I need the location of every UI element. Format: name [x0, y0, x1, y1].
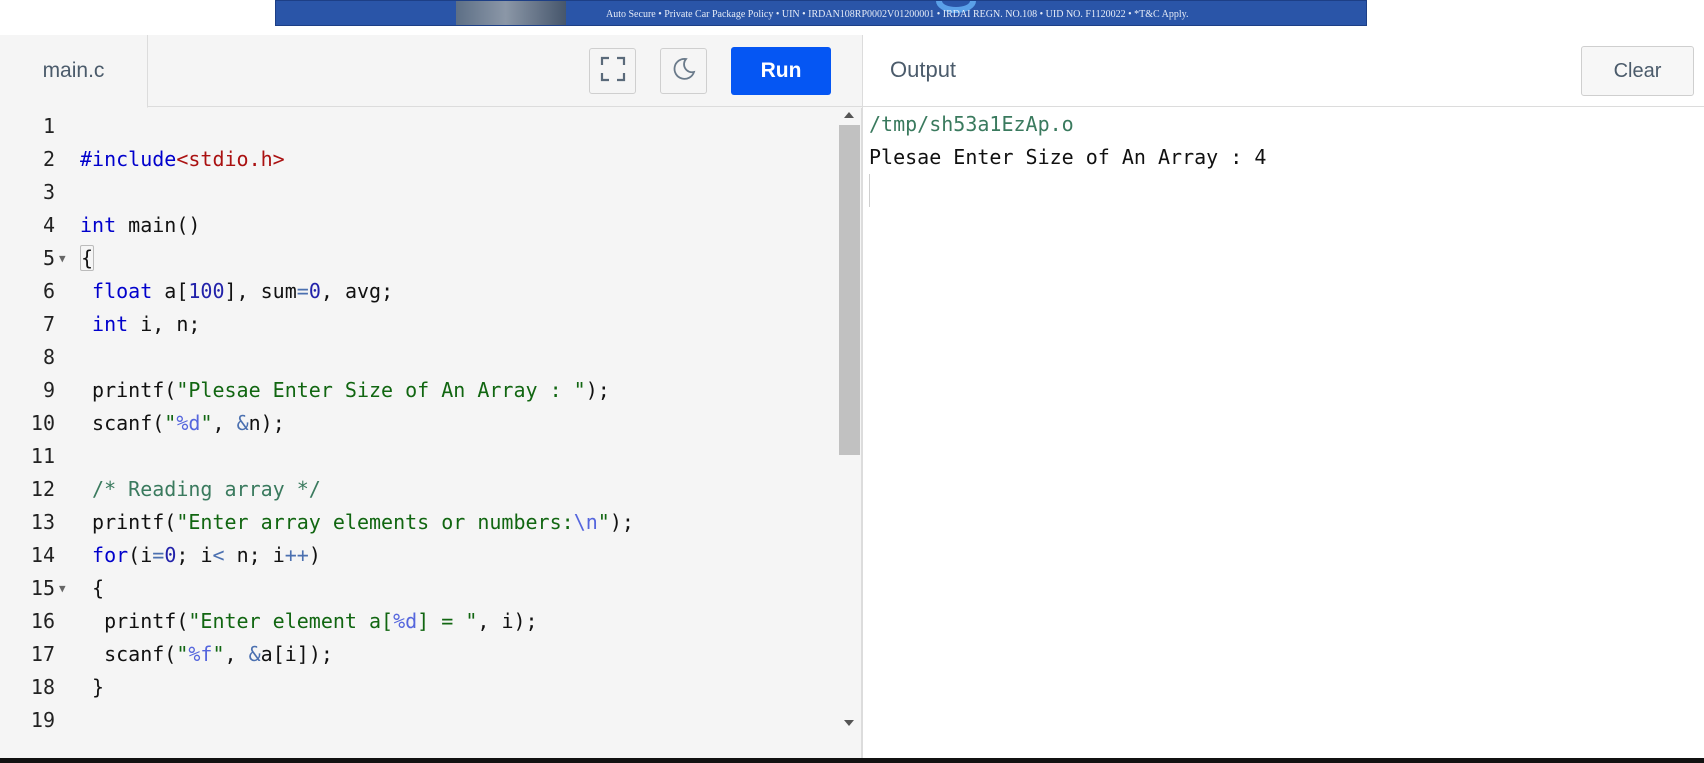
ad-disclaimer-text: Auto Secure • Private Car Package Policy… — [606, 9, 1189, 20]
line-number: 12 — [30, 477, 55, 501]
code-editor[interactable]: 1 2 #include<stdio.h> 3 4 int main() 5 ▼{6 floa… — [0, 108, 836, 758]
code-line[interactable]: 3 — [0, 176, 836, 209]
line-number: 2 — [42, 147, 55, 171]
code-text: printf("Enter array elements or numbers:… — [80, 510, 634, 534]
line-number: 3 — [42, 180, 55, 204]
fullscreen-icon — [600, 56, 626, 87]
code-line[interactable]: 15 ▼ { — [0, 572, 836, 605]
input-cursor[interactable] — [869, 174, 870, 207]
code-text: int main() — [80, 213, 201, 237]
ad-photo — [456, 1, 566, 25]
line-number: 14 — [30, 543, 55, 567]
code-line[interactable]: 8 — [0, 341, 836, 374]
output-header: Output Clear — [863, 35, 1704, 107]
line-number: 17 — [30, 642, 55, 666]
line-number: 5 — [42, 246, 55, 270]
code-line[interactable]: 10 scanf("%d", &n); — [0, 407, 836, 440]
code-text: { — [80, 245, 95, 271]
scrollbar-thumb[interactable] — [839, 125, 860, 455]
line-number: 1 — [42, 114, 55, 138]
code-text: scanf("%f", &a[i]); — [80, 642, 333, 666]
code-line[interactable]: 11 — [0, 440, 836, 473]
code-text: for(i=0; i< n; i++) — [92, 543, 321, 567]
code-line[interactable]: 12 /* Reading array */ — [0, 473, 836, 506]
ad-strip: Auto Secure • Private Car Package Policy… — [0, 0, 1704, 35]
fold-arrow-icon[interactable]: ▼ — [59, 572, 66, 605]
code-line[interactable]: 14 for(i=0; i< n; i++) — [0, 539, 836, 572]
output-prompt-line: Plesae Enter Size of An Array : 4 — [869, 145, 1267, 169]
code-text: #include<stdio.h> — [80, 147, 285, 171]
editor-panel: main.c Run 1 2 #include<stdio.h> 3 4 int main… — [0, 35, 862, 758]
code-text: { — [80, 576, 105, 600]
output-file-path: /tmp/sh53a1EzAp.o — [869, 112, 1074, 136]
code-text: printf("Plesae Enter Size of An Array : … — [80, 378, 610, 402]
line-number: 6 — [42, 279, 55, 303]
line-number: 4 — [42, 213, 55, 237]
file-tab-main-c[interactable]: main.c — [0, 35, 148, 108]
scroll-up-icon[interactable] — [844, 112, 854, 118]
line-number: 8 — [42, 345, 55, 369]
ad-banner[interactable]: Auto Secure • Private Car Package Policy… — [275, 0, 1367, 26]
code-line[interactable]: 9 printf("Plesae Enter Size of An Array … — [0, 374, 836, 407]
line-number: 19 — [30, 708, 55, 732]
output-panel: Output Clear /tmp/sh53a1EzAp.o Plesae En… — [862, 35, 1704, 758]
code-text: printf("Enter element a[%d] = ", i); — [80, 609, 538, 633]
line-number: 11 — [30, 444, 55, 468]
theme-toggle-button[interactable] — [660, 48, 707, 94]
code-line[interactable]: 13 printf("Enter array elements or numbe… — [0, 506, 836, 539]
line-number: 13 — [30, 510, 55, 534]
line-number: 7 — [42, 312, 55, 336]
scroll-down-icon[interactable] — [844, 720, 854, 726]
moon-icon — [671, 56, 697, 87]
line-number: 16 — [30, 609, 55, 633]
fullscreen-button[interactable] — [589, 48, 636, 94]
code-line[interactable]: 17 scanf("%f", &a[i]); — [0, 638, 836, 671]
code-text: int i, n; — [92, 312, 201, 336]
line-number: 10 — [30, 411, 55, 435]
code-line[interactable]: 19 — [0, 704, 836, 737]
editor-header: main.c Run — [0, 35, 862, 108]
code-text: scanf("%d", &n); — [80, 411, 285, 435]
code-text: float a[100], sum=0, avg; — [92, 279, 394, 303]
code-line[interactable]: 1 — [0, 110, 836, 143]
clear-button[interactable]: Clear — [1581, 46, 1694, 96]
code-text: } — [80, 675, 105, 699]
code-line[interactable]: 7 int i, n; — [0, 308, 836, 341]
output-title: Output — [890, 57, 957, 82]
code-line[interactable]: 18 } — [0, 671, 836, 704]
code-line[interactable]: 4 int main() — [0, 209, 836, 242]
line-number: 18 — [30, 675, 55, 699]
code-line[interactable]: 16 printf("Enter element a[%d] = ", i); — [0, 605, 836, 638]
code-line[interactable]: 2 #include<stdio.h> — [0, 143, 836, 176]
code-line[interactable]: 6 float a[100], sum=0, avg; — [0, 275, 836, 308]
code-line[interactable]: 5 ▼ { — [0, 242, 836, 275]
fold-arrow-icon[interactable]: ▼ — [59, 242, 66, 275]
code-text: /* Reading array */ — [92, 477, 321, 501]
bottom-bar — [0, 758, 1704, 763]
editor-scrollbar[interactable] — [836, 108, 862, 758]
output-console[interactable]: /tmp/sh53a1EzAp.o Plesae Enter Size of A… — [869, 108, 1699, 748]
line-number: 9 — [42, 378, 55, 402]
run-button[interactable]: Run — [731, 47, 831, 95]
line-number: 15 — [30, 576, 55, 600]
